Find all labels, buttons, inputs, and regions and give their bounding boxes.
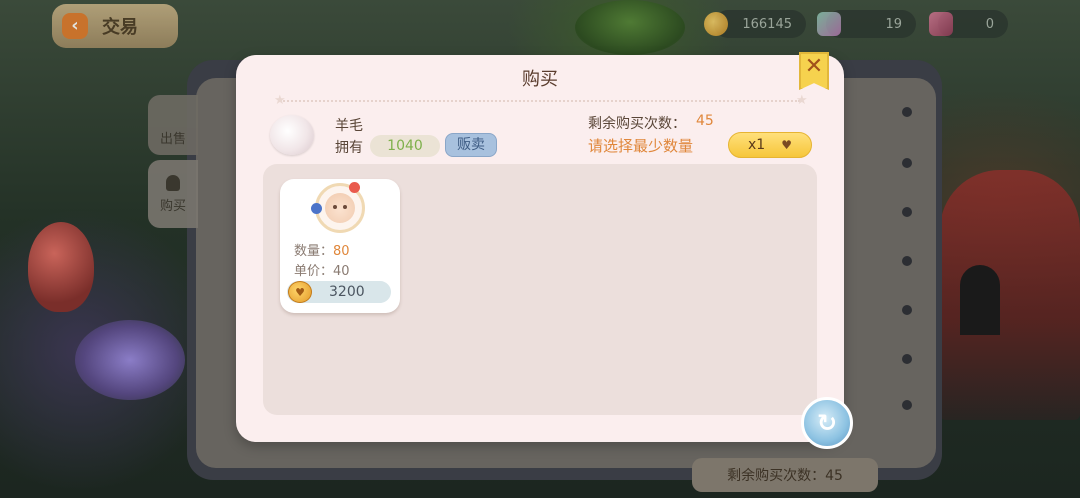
binder-hole: [902, 207, 912, 217]
avatar-face: [325, 193, 355, 223]
wool-icon: [270, 115, 314, 155]
star-icon: ★: [274, 93, 286, 108]
tab-buy-label: 购买: [159, 198, 186, 214]
dialog-title: 购买: [522, 69, 558, 90]
crystal-icon: [929, 12, 953, 36]
offer-quantity-value: 80: [333, 244, 350, 259]
owned-label: 拥有: [335, 140, 363, 156]
offer-unit-price-value: 40: [333, 264, 350, 279]
star-icon: ★: [796, 93, 808, 108]
remaining-purchases-footer-text: 剩余购买次数：45: [727, 468, 843, 484]
balloon-decoration: [28, 222, 94, 312]
sell-button[interactable]: 贩卖: [445, 133, 497, 157]
tab-sell-label: 出售: [159, 131, 186, 147]
binder-hole: [902, 400, 912, 410]
quantity-value: x1: [748, 137, 766, 153]
quantity-selector[interactable]: x1 ♥: [728, 132, 812, 158]
item-name: 羊毛: [335, 118, 363, 134]
owned-count: 1040: [370, 135, 440, 157]
binder-hole: [902, 354, 912, 364]
coin-icon: ♥: [288, 281, 312, 303]
binder-hole: [902, 158, 912, 168]
refresh-button[interactable]: ↻: [801, 397, 853, 449]
tree-decoration: [575, 0, 685, 55]
barn-door-decoration: [960, 265, 1000, 335]
offer-unit-price: 单价：40: [294, 260, 350, 279]
offer-quantity-label: 数量：: [294, 244, 334, 259]
tab-sell[interactable]: 出售: [148, 95, 198, 155]
offer-unit-price-label: 单价：: [294, 264, 334, 279]
back-button[interactable]: ‹ 交易: [52, 4, 178, 48]
refresh-icon: ↻: [816, 409, 838, 437]
tab-buy[interactable]: 购买: [148, 160, 198, 228]
coin-icon: [704, 12, 728, 36]
lilac-bush-decoration: [75, 320, 185, 400]
title-divider: [280, 100, 800, 102]
gem-count: 19: [885, 16, 902, 32]
gem-icon: [817, 12, 841, 36]
crystal-count: 0: [985, 16, 994, 32]
person-icon: [166, 174, 180, 191]
binder-hole: [902, 256, 912, 266]
binder-hole: [902, 107, 912, 117]
heart-icon: ♥: [781, 138, 792, 152]
flower-decoration: [311, 203, 322, 214]
binder-hole: [902, 305, 912, 315]
close-icon: ✕: [804, 54, 824, 79]
flower-decoration: [349, 182, 360, 193]
remaining-purchases-footer: 剩余购买次数：45: [692, 458, 878, 492]
remaining-purchases-label: 剩余购买次数：: [588, 116, 686, 132]
min-quantity-hint: 请选择最少数量: [588, 137, 694, 155]
back-label: 交易: [102, 17, 138, 38]
offer-total-price-value: 3200: [329, 284, 365, 300]
remaining-purchases-count: 45: [696, 113, 714, 129]
offer-quantity: 数量：80: [294, 240, 350, 259]
back-arrow-icon: ‹: [62, 13, 88, 39]
coin-count: 166145: [742, 16, 792, 32]
